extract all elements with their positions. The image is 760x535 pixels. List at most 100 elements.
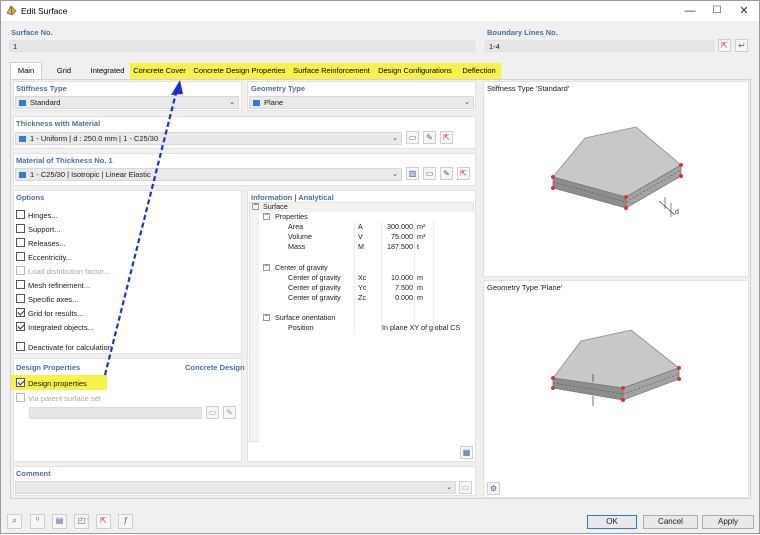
via-parent-checkbox[interactable] [16, 393, 25, 402]
option-checkbox[interactable] [16, 238, 25, 247]
view-icon[interactable]: ◰ [74, 514, 89, 529]
option-checkbox[interactable] [16, 210, 25, 219]
material-library-icon[interactable]: ▥ [406, 167, 419, 180]
tab-grid[interactable]: Grid [50, 63, 78, 79]
tree-item-name: Volume [288, 232, 312, 241]
close-button[interactable]: ✕ [730, 1, 758, 21]
color-swatch [19, 136, 26, 142]
select-icon[interactable]: ⇱ [96, 514, 111, 529]
tab-concrete-cover[interactable]: Concrete Cover [130, 63, 189, 79]
edit-set-icon[interactable]: ✎ [223, 406, 236, 419]
material-value: 1 - C25/30 | Isotropic | Linear Elastic [30, 170, 151, 179]
option-checkbox[interactable] [16, 308, 25, 317]
app-icon [6, 5, 17, 16]
parent-surface-set-field[interactable] [29, 407, 202, 419]
stiffness-type-label: Stiffness Type [16, 84, 67, 93]
tree-item-symbol: V [358, 232, 363, 241]
collapse-toggle-icon[interactable]: − [263, 263, 270, 271]
thickness-select[interactable]: 1 - Uniform | d : 250.0 mm | 1 - C25/30 ⌄ [15, 132, 402, 145]
material-label: Material of Thickness No. 1 [16, 156, 113, 165]
collapse-toggle-icon[interactable]: − [263, 212, 270, 220]
stiffness-slab-illustration: d [551, 126, 683, 217]
tree-item-unit: m [417, 293, 423, 302]
option-checkbox[interactable] [16, 252, 25, 261]
option-label: Eccentricity... [28, 253, 73, 262]
tab-deflection[interactable]: Deflection [457, 63, 501, 79]
via-parent-text: Via parent surface set [28, 394, 101, 403]
tree-item-name: Center of gravity [288, 273, 341, 282]
tab-concrete-design-properties[interactable]: Concrete Design Properties [189, 63, 290, 79]
thickness-label: Thickness with Material [16, 119, 101, 128]
formula-icon[interactable]: ƒ [118, 514, 133, 529]
pick-lines-icon[interactable]: ⇱ [718, 39, 731, 52]
tree-item-name: Center of gravity [288, 293, 341, 302]
option-checkbox[interactable] [16, 322, 25, 331]
comment-label: Comment [16, 469, 51, 478]
select-material-icon[interactable]: ⇱ [457, 167, 470, 180]
thickness-value: 1 - Uniform | d : 250.0 mm | 1 - C25/30 [30, 134, 159, 143]
tree-item-symbol: Yc [358, 283, 367, 292]
tree-item-symbol: Zc [358, 293, 366, 302]
search-icon[interactable]: ⌕ [7, 514, 22, 529]
option-label: Integrated objects... [28, 323, 94, 332]
information-label: Information | Analytical [251, 193, 334, 202]
window-title: Edit Surface [21, 6, 68, 16]
new-thickness-icon[interactable]: ▭ [406, 131, 419, 144]
material-select[interactable]: 1 - C25/30 | Isotropic | Linear Elastic ⌄ [15, 168, 402, 181]
edit-thickness-icon[interactable]: ✎ [423, 131, 436, 144]
ok-button[interactable]: OK [587, 515, 637, 529]
edit-material-icon[interactable]: ✎ [440, 167, 453, 180]
design-properties-label: Design Properties [16, 363, 81, 372]
info-export-icon[interactable]: ▦ [460, 446, 473, 459]
reverse-icon[interactable]: ↩ [735, 39, 748, 52]
boundary-lines-field[interactable]: 1-4 [485, 40, 714, 52]
design-properties-checkbox[interactable] [16, 378, 25, 387]
tab-main[interactable]: Main [10, 62, 42, 79]
comment-library-icon[interactable]: ▭ [459, 481, 472, 494]
surface-no-label: Surface No. [11, 28, 53, 37]
tab-design-configurations[interactable]: Design Configurations [373, 63, 457, 79]
select-thickness-icon[interactable]: ⇱ [440, 131, 453, 144]
option-label: Load distribution factor... [28, 267, 110, 276]
stiffness-type-select[interactable]: Standard ⌄ [15, 96, 239, 109]
tree-item-value: In plane XY of global CS [382, 323, 461, 332]
stiffness-type-value: Standard [30, 98, 61, 107]
edit-surface-dialog: Edit Surface — ☐ ✕ Surface No. 1 Boundar… [0, 0, 760, 534]
tree-group: Center of gravity [275, 263, 328, 272]
option-checkbox[interactable] [16, 224, 25, 233]
tree-root: Surface [263, 202, 288, 211]
surface-no-field[interactable]: 1 [9, 40, 475, 52]
tab-surface-reinforcement[interactable]: Surface Reinforcement [290, 63, 373, 79]
option-checkbox[interactable] [16, 280, 25, 289]
tree-item-name: Center of gravity [288, 283, 341, 292]
minimize-button[interactable]: — [676, 1, 704, 21]
option-label: Support... [28, 225, 61, 234]
tree-item-unit: t [417, 242, 419, 251]
new-material-icon[interactable]: ▭ [423, 167, 436, 180]
chevron-down-icon: ⌄ [229, 99, 235, 106]
geometry-type-select[interactable]: Plane ⌄ [249, 96, 474, 109]
option-checkbox[interactable] [16, 294, 25, 303]
geometry-type-label: Geometry Type [251, 84, 306, 93]
option-checkbox[interactable] [16, 266, 25, 275]
tab-integrated[interactable]: Integrated [85, 63, 130, 79]
chevron-down-icon: ⌄ [392, 171, 398, 178]
tree-item-value: 0.000 [395, 293, 413, 302]
tree-item-value: 7.500 [395, 283, 413, 292]
option-label: Mesh refinement... [28, 281, 91, 290]
collapse-toggle-icon[interactable]: − [252, 202, 259, 210]
option-label: Grid for results... [28, 309, 84, 318]
color-swatch [19, 100, 26, 106]
tree-item-symbol: M [358, 242, 364, 251]
collapse-toggle-icon[interactable]: − [263, 313, 270, 321]
tree-item-unit: m² [417, 222, 426, 231]
units-icon[interactable]: ⁰ [30, 514, 45, 529]
preview-settings-icon[interactable]: ⚙ [487, 482, 500, 495]
comment-field[interactable]: ⌄ [15, 481, 456, 494]
option-checkbox[interactable] [16, 342, 25, 351]
apply-button[interactable]: Apply [702, 515, 754, 529]
maximize-button[interactable]: ☐ [703, 1, 731, 21]
table-icon[interactable]: ▤ [52, 514, 67, 529]
cancel-button[interactable]: Cancel [643, 515, 698, 529]
new-set-icon[interactable]: ▭ [206, 406, 219, 419]
